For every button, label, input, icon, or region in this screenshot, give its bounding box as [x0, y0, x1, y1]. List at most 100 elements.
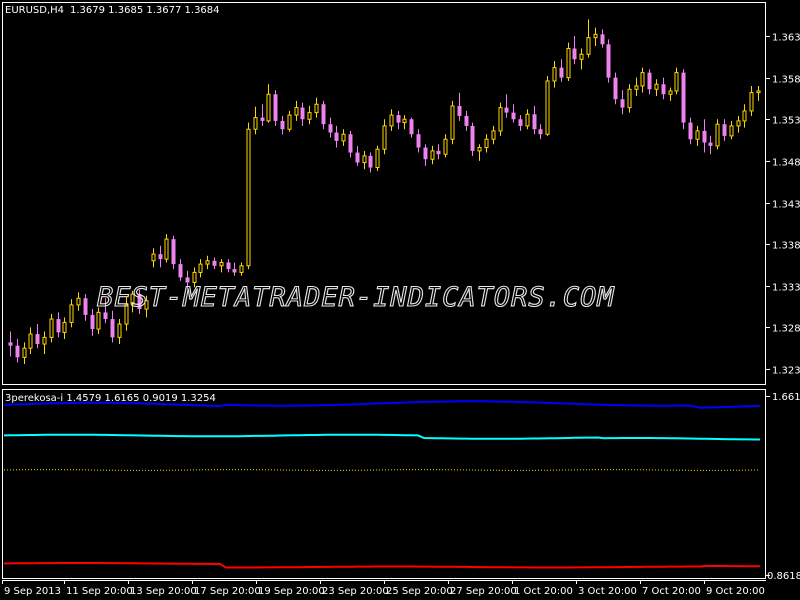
candle-body-bull: [198, 263, 203, 273]
candle-body-bear: [538, 129, 543, 135]
candle-body-bull: [586, 37, 591, 55]
time-axis: 9 Sep 2013 11 Sep 20:0013 Sep 20:0017 Sep…: [2, 580, 765, 597]
candle-body-bull: [484, 138, 489, 149]
candle-body-bull: [593, 33, 598, 39]
candle-body-bear: [35, 334, 40, 345]
candle-body-bull: [545, 80, 550, 135]
indicator-line-red: [3, 562, 761, 569]
candle-body-bull: [382, 125, 387, 150]
candle-body-bear: [613, 77, 618, 100]
candle-body-bull: [498, 107, 503, 132]
candle-body-bull: [266, 93, 271, 122]
candle-body-bull: [430, 150, 435, 160]
candle-body-bear: [606, 44, 611, 78]
candle-body-bull: [579, 53, 584, 60]
candle-body-bull: [117, 323, 122, 338]
time-tick-label: 27 Sep 20:00: [450, 586, 517, 597]
candle-body-bull: [42, 336, 47, 345]
candle-body-bear: [559, 67, 564, 78]
candle-body-bear: [90, 314, 95, 330]
indicator-bottom-label: 0.8618: [767, 571, 800, 582]
candle-body-bear: [661, 84, 666, 95]
candle-body-bear: [8, 342, 13, 346]
watermark-text: BEST-METATRADER-INDICATORS.COM: [97, 282, 615, 313]
main-chart-frame: [2, 2, 766, 385]
price-tick-label: 1.3330: [772, 283, 800, 294]
time-tick-label: 25 Sep 20:00: [386, 586, 453, 597]
candle-body-bull: [634, 85, 639, 90]
candle-body-bear: [600, 34, 605, 45]
candle-body-bear: [532, 114, 537, 130]
candle-body-bull: [375, 148, 380, 169]
candle-body-bear: [518, 119, 523, 126]
candle-body-bear: [328, 124, 333, 133]
candle-body-bear: [171, 239, 176, 265]
indicator-line-dotted: [4, 469, 761, 471]
candle-body-bear: [300, 107, 305, 120]
candle-body-bull: [219, 261, 224, 267]
time-tick-label: 9 Sep 2013: [4, 586, 61, 597]
candle-body-bear: [334, 132, 339, 141]
candle-body-bull: [362, 155, 367, 164]
candle-body-bull: [525, 113, 530, 127]
candle-body-bull: [341, 133, 346, 142]
candle-body-bull: [22, 347, 27, 358]
candle-body-bear: [436, 150, 441, 155]
candle-body-bull: [246, 128, 251, 267]
candle-body-bull: [151, 253, 156, 262]
candle-body-bear: [409, 119, 414, 135]
candle-body-bull: [164, 238, 169, 260]
candle-body-bull: [49, 318, 54, 338]
candle-body-bear: [355, 152, 360, 163]
price-tick-label: 1.3380: [772, 241, 800, 252]
candle-body-bear: [470, 125, 475, 151]
candle-body-bear: [457, 105, 462, 116]
candle-body-bear: [708, 142, 713, 146]
candle-body-bull: [552, 67, 557, 82]
indicator-top-label: 1.661: [772, 392, 800, 403]
candle-body-bear: [232, 269, 237, 273]
candle-body-bear: [110, 319, 115, 338]
trading-chart[interactable]: EURUSD,H4 1.3679 1.3685 1.3677 1.3684 BES…: [0, 0, 800, 600]
candle-body-bear: [620, 99, 625, 108]
candle-body-bear: [688, 122, 693, 140]
candle-body-bear: [464, 115, 469, 126]
candle-body-bear: [103, 312, 108, 320]
candle-body-bear: [212, 260, 217, 266]
candle-body-bear: [178, 264, 183, 278]
price-axis: 1.3630 1.3580 1.3530 1.3480 1.3430 1.3380 1.33…: [766, 33, 800, 377]
candle-body-bull: [389, 114, 394, 127]
candle-body-bull: [668, 90, 673, 95]
price-tick-label: 1.3280: [772, 324, 800, 335]
chart-symbol-label: EURUSD,H4 1.3679 1.3685 1.3677 1.3684: [5, 5, 220, 16]
candle-body-bear: [504, 107, 509, 113]
time-tick-label: 17 Sep 20:00: [194, 586, 261, 597]
time-tick-label: 23 Sep 20:00: [322, 586, 389, 597]
candle-body-bear: [702, 130, 707, 143]
candle-body-bear: [83, 298, 88, 315]
candle-body-bull: [450, 105, 455, 140]
candle-body-bear: [56, 319, 61, 333]
candle-body-bull: [736, 120, 741, 127]
indicator-frame: [2, 389, 766, 579]
candle-body-bull: [715, 123, 720, 147]
candle-body-bull: [742, 110, 747, 122]
candle-body-bull: [756, 90, 761, 94]
candle-body-bull: [627, 88, 632, 109]
time-tick-label: 1 Oct 20:00: [514, 586, 573, 597]
candle-body-bear: [158, 254, 163, 260]
time-tick-label: 3 Oct 20:00: [578, 586, 637, 597]
candle-body-bull: [205, 260, 210, 265]
candle-body-bear: [572, 48, 577, 60]
candle-body-bear: [681, 72, 686, 123]
price-tick-label: 1.3430: [772, 200, 800, 211]
candle-body-bear: [273, 94, 278, 121]
candle-body-bear: [368, 155, 373, 168]
time-tick-label: 13 Sep 20:00: [130, 586, 197, 597]
candle-body-bear: [15, 345, 20, 358]
candle-body-bull: [566, 47, 571, 79]
candle-body-bull: [69, 304, 74, 323]
candle-body-bull: [62, 321, 67, 333]
candle-body-bear: [280, 120, 285, 130]
candle-body-bull: [314, 103, 319, 114]
